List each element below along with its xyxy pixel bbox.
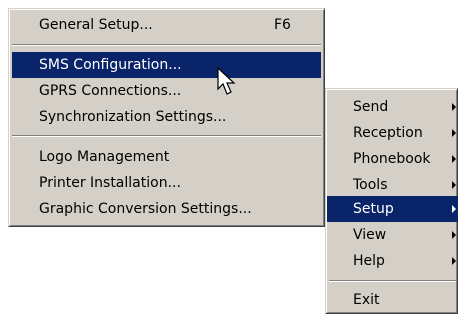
submenu-arrow-icon: [452, 155, 456, 163]
menu-item-view[interactable]: View: [327, 222, 458, 248]
menu-item-label: Graphic Conversion Settings...: [39, 201, 252, 217]
menu-item-label: Setup: [353, 201, 394, 217]
menu-separator: [329, 280, 456, 282]
menu-item-printer-installation[interactable]: Printer Installation...: [12, 170, 321, 196]
submenu-arrow-icon: [452, 231, 456, 239]
menu-item-exit[interactable]: Exit: [327, 287, 458, 313]
menu-separator: [12, 44, 321, 46]
menu-item-shortcut: F6: [274, 17, 291, 33]
submenu-arrow-icon: [452, 103, 456, 111]
setup-submenu: General Setup... F6 SMS Configuration...…: [8, 8, 325, 227]
menu-item-send[interactable]: Send: [327, 94, 458, 120]
menu-item-synchronization-settings[interactable]: Synchronization Settings...: [12, 104, 321, 130]
menu-item-label: General Setup...: [39, 17, 153, 33]
menu-item-label: Help: [353, 253, 385, 269]
menu-item-label: GPRS Connections...: [39, 83, 182, 99]
menu-item-label: Send: [353, 99, 389, 115]
arrow-cursor-icon: [217, 67, 236, 95]
menu-item-tools[interactable]: Tools: [327, 172, 458, 198]
menu-item-label: Printer Installation...: [39, 175, 181, 191]
menu-item-graphic-conversion-settings[interactable]: Graphic Conversion Settings...: [12, 196, 321, 222]
menu-item-phonebook[interactable]: Phonebook: [327, 146, 458, 172]
menu-item-label: Exit: [353, 292, 380, 308]
menu-item-label: Phonebook: [353, 151, 431, 167]
menu-item-logo-management[interactable]: Logo Management: [12, 144, 321, 170]
menu-item-general-setup[interactable]: General Setup... F6: [12, 12, 321, 38]
menu-separator: [12, 135, 321, 137]
menu-item-reception[interactable]: Reception: [327, 120, 458, 146]
menu-item-label: SMS Configuration...: [39, 57, 182, 73]
menu-item-label: Reception: [353, 125, 423, 141]
menu-item-label: Synchronization Settings...: [39, 109, 227, 125]
submenu-arrow-icon: [452, 181, 456, 189]
menu-item-gprs-connections[interactable]: GPRS Connections...: [12, 78, 321, 104]
menu-item-sms-configuration[interactable]: SMS Configuration...: [12, 52, 321, 78]
submenu-arrow-icon: [452, 129, 456, 137]
menu-item-label: View: [353, 227, 387, 243]
menu-item-help[interactable]: Help: [327, 248, 458, 274]
menu-item-label: Tools: [353, 177, 388, 193]
menu-item-label: Logo Management: [39, 149, 170, 165]
menu-item-setup[interactable]: Setup: [327, 196, 458, 222]
submenu-arrow-icon: [452, 205, 456, 213]
main-context-menu: Send Reception Phonebook Tools Setup Vie…: [325, 88, 458, 314]
submenu-arrow-icon: [452, 257, 456, 265]
